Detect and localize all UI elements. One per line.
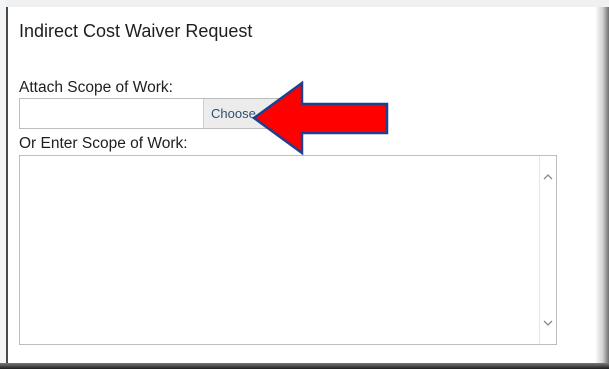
- form-title: Indirect Cost Waiver Request: [19, 21, 253, 41]
- file-path-display[interactable]: [20, 99, 203, 128]
- arrow-shape: [252, 81, 389, 155]
- screenshot-stage: Indirect Cost Waiver Request Attach Scop…: [0, 0, 609, 369]
- chevron-down-icon[interactable]: [543, 318, 553, 328]
- bottom-shadow: [0, 363, 609, 369]
- enter-scope-label: Or Enter Scope of Work:: [19, 135, 188, 152]
- scope-of-work-textarea[interactable]: [19, 155, 557, 345]
- attach-scope-label: Attach Scope of Work:: [19, 79, 173, 96]
- top-strip: [0, 0, 609, 7]
- chevron-up-icon[interactable]: [543, 172, 553, 182]
- right-shadow: [595, 7, 609, 369]
- left-pointing-arrow-icon: [252, 81, 389, 155]
- left-border: [6, 7, 8, 369]
- textarea-scrollbar[interactable]: [539, 156, 556, 344]
